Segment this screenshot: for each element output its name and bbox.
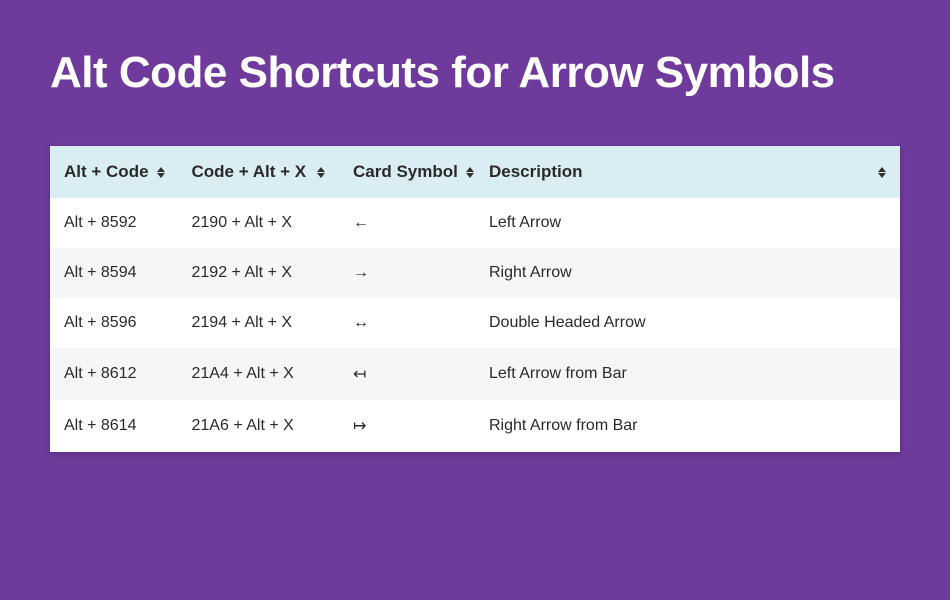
cell-description: Left Arrow [475, 198, 900, 248]
shortcuts-table: Alt + Code Code + Alt + X [50, 146, 900, 452]
cell-description: Left Arrow from Bar [475, 348, 900, 400]
cell-alt-code: Alt + 8592 [50, 198, 178, 248]
table-row: Alt + 8596 2194 + Alt + X ↔ Double Heade… [50, 298, 900, 348]
cell-description: Right Arrow from Bar [475, 400, 900, 452]
cell-alt-code: Alt + 8612 [50, 348, 178, 400]
col-header-label: Code + Alt + X [192, 162, 307, 182]
cell-symbol: ↦ [339, 400, 475, 452]
sort-icon [878, 167, 886, 178]
col-header-alt-code[interactable]: Alt + Code [50, 146, 178, 198]
cell-code-alt-x: 21A4 + Alt + X [178, 348, 340, 400]
shortcuts-table-container: Alt + Code Code + Alt + X [50, 146, 900, 452]
table-row: Alt + 8592 2190 + Alt + X ← Left Arrow [50, 198, 900, 248]
cell-symbol: ↔ [339, 298, 475, 348]
cell-code-alt-x: 2190 + Alt + X [178, 198, 340, 248]
col-header-symbol[interactable]: Card Symbol [339, 146, 475, 198]
col-header-label: Card Symbol [353, 162, 458, 182]
cell-code-alt-x: 21A6 + Alt + X [178, 400, 340, 452]
col-header-code-alt-x[interactable]: Code + Alt + X [178, 146, 340, 198]
table-row: Alt + 8614 21A6 + Alt + X ↦ Right Arrow … [50, 400, 900, 452]
cell-code-alt-x: 2192 + Alt + X [178, 248, 340, 298]
page-title: Alt Code Shortcuts for Arrow Symbols [0, 0, 950, 98]
cell-description: Right Arrow [475, 248, 900, 298]
cell-alt-code: Alt + 8596 [50, 298, 178, 348]
cell-code-alt-x: 2194 + Alt + X [178, 298, 340, 348]
col-header-label: Alt + Code [64, 162, 149, 182]
table-row: Alt + 8594 2192 + Alt + X → Right Arrow [50, 248, 900, 298]
col-header-label: Description [489, 162, 583, 182]
sort-icon [157, 167, 165, 178]
cell-symbol: ↤ [339, 348, 475, 400]
sort-icon [317, 167, 325, 178]
cell-alt-code: Alt + 8614 [50, 400, 178, 452]
cell-symbol: → [339, 248, 475, 298]
sort-icon [466, 167, 474, 178]
cell-symbol: ← [339, 198, 475, 248]
cell-alt-code: Alt + 8594 [50, 248, 178, 298]
table-row: Alt + 8612 21A4 + Alt + X ↤ Left Arrow f… [50, 348, 900, 400]
table-header-row: Alt + Code Code + Alt + X [50, 146, 900, 198]
col-header-description[interactable]: Description [475, 146, 900, 198]
table-body: Alt + 8592 2190 + Alt + X ← Left Arrow A… [50, 198, 900, 452]
cell-description: Double Headed Arrow [475, 298, 900, 348]
